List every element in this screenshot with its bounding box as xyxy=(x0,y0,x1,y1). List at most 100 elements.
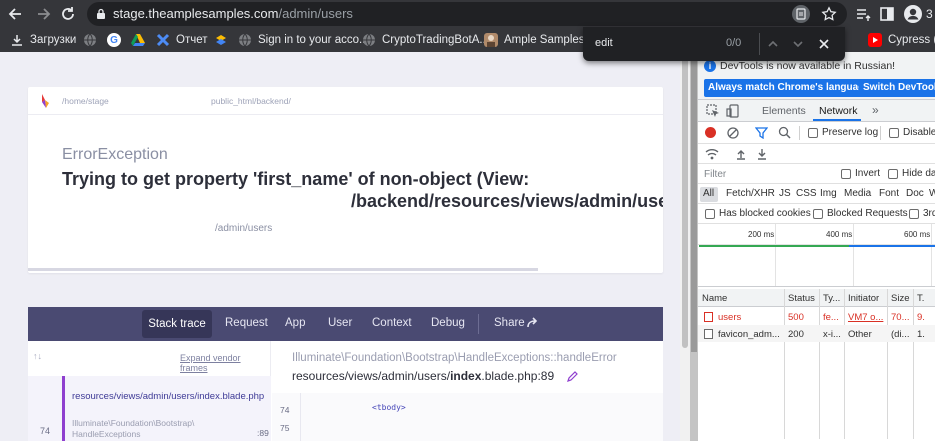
back-icon[interactable] xyxy=(6,4,26,24)
bookmark-star-icon[interactable] xyxy=(821,6,837,22)
network-overview-timeline[interactable]: 200 ms 400 ms 600 ms xyxy=(698,224,935,287)
bookmark-downloads[interactable]: Загрузки xyxy=(10,31,76,49)
col-status[interactable]: Status xyxy=(788,293,815,304)
url-path: /admin/users xyxy=(278,6,353,21)
find-input[interactable]: edit xyxy=(595,37,613,49)
request-name: users xyxy=(718,312,742,323)
tab-elements[interactable]: Elements xyxy=(762,105,806,117)
request-status: 500 xyxy=(788,312,804,323)
import-har-icon[interactable] xyxy=(735,148,747,160)
scrollbar-thumb[interactable] xyxy=(682,58,688,348)
clear-icon[interactable] xyxy=(727,127,739,139)
filter-icon[interactable] xyxy=(755,127,768,139)
bookmark-puzzle[interactable] xyxy=(214,31,234,49)
address-bar[interactable]: stage.theamplesamples.com/admin/users xyxy=(87,2,847,26)
page-content: /home/stage public_html/backend/ ErrorEx… xyxy=(0,52,690,441)
bookmark-cypress[interactable]: Cypress (W xyxy=(868,31,935,49)
col-time[interactable]: T. xyxy=(917,293,924,304)
inspect-element-icon[interactable] xyxy=(706,104,720,118)
col-size[interactable]: Size xyxy=(891,293,909,304)
type-fetch-xhr[interactable]: Fetch/XHR xyxy=(726,188,775,199)
share-button[interactable]: Share xyxy=(494,317,525,329)
profile-avatar-icon[interactable] xyxy=(903,4,923,24)
preserve-log-label: Preserve log xyxy=(822,127,879,138)
tab-user[interactable]: User xyxy=(328,317,352,329)
bookmark-report[interactable]: Отчет xyxy=(156,31,208,49)
network-conditions-icon[interactable] xyxy=(705,148,719,160)
find-previous-icon[interactable] xyxy=(767,38,779,50)
col-initiator[interactable]: Initiator xyxy=(848,293,879,304)
horizontal-scrollbar[interactable] xyxy=(28,268,538,271)
type-font[interactable]: Font xyxy=(879,188,899,199)
request-row-favicon[interactable]: favicon_adm... 200 x-i... Other (di... 1… xyxy=(698,325,935,342)
find-next-icon[interactable] xyxy=(792,38,804,50)
request-initiator-link[interactable]: VM7 o... xyxy=(848,312,883,323)
request-status: 200 xyxy=(788,329,804,340)
type-ws[interactable]: W xyxy=(929,188,935,199)
reading-list-icon[interactable] xyxy=(853,4,873,24)
tab-stack-trace[interactable]: Stack trace xyxy=(142,310,212,338)
tab-network[interactable]: Network xyxy=(819,105,858,117)
type-media[interactable]: Media xyxy=(844,188,871,199)
page-action-icon[interactable] xyxy=(792,5,810,23)
timeline-grid xyxy=(931,224,932,286)
globe-icon xyxy=(362,33,376,47)
forward-icon[interactable] xyxy=(33,4,53,24)
type-js[interactable]: JS xyxy=(779,188,791,199)
tab-app[interactable]: App xyxy=(285,317,305,329)
col-name[interactable]: Name xyxy=(702,293,727,304)
filter-input[interactable]: Filter xyxy=(704,169,726,180)
expand-vendor-frames-link[interactable]: Expand vendor frames xyxy=(180,353,270,373)
frame-file: resources/views/admin/users/index.blade.… xyxy=(72,391,265,402)
share-icon[interactable] xyxy=(526,317,538,329)
stack-frame-row[interactable]: 74 resources/views/admin/users/index.bla… xyxy=(28,376,271,441)
bookmark-crypto[interactable]: CryptoTradingBotA... xyxy=(362,31,489,49)
edit-pencil-icon[interactable] xyxy=(566,371,578,383)
ignition-logo-icon xyxy=(40,93,50,109)
line-number: 75 xyxy=(280,423,290,433)
bookmark-google[interactable]: G xyxy=(107,31,127,49)
devtools-splitter[interactable] xyxy=(690,52,698,441)
request-row-users[interactable]: users 500 fe... VM7 o... 70... 9. xyxy=(698,308,935,325)
reload-icon[interactable] xyxy=(58,4,78,24)
code-class: Illuminate\Foundation\Bootstrap\HandleEx… xyxy=(292,352,617,364)
blocked-requests-checkbox[interactable] xyxy=(813,209,823,219)
third-party-checkbox[interactable] xyxy=(909,209,919,219)
type-css[interactable]: CSS xyxy=(796,188,817,199)
bookmark-label: Загрузки xyxy=(30,34,77,46)
record-icon[interactable] xyxy=(705,127,716,138)
tab-context[interactable]: Context xyxy=(372,317,412,329)
splitter-thumb[interactable] xyxy=(691,52,697,352)
breadcrumb-path: public_html/backend/ xyxy=(211,96,291,106)
sort-arrows-icon[interactable]: ↑↓ xyxy=(33,351,42,361)
export-har-icon[interactable] xyxy=(756,148,768,160)
type-doc[interactable]: Doc xyxy=(906,188,924,199)
disable-cache-checkbox[interactable] xyxy=(889,128,899,138)
tab-request[interactable]: Request xyxy=(225,317,268,329)
invert-checkbox[interactable] xyxy=(841,169,851,179)
bookmark-globe-1[interactable] xyxy=(83,31,103,49)
bookmark-ample-samples[interactable]: Ample Samples xyxy=(484,31,585,49)
code-file-ext: .blade.php:89 xyxy=(481,369,555,383)
bookmark-drive[interactable] xyxy=(131,31,151,49)
tab-debug[interactable]: Debug xyxy=(431,317,465,329)
preserve-log-checkbox[interactable] xyxy=(808,128,818,138)
col-type[interactable]: Ty... xyxy=(823,293,840,304)
more-tabs-button[interactable]: » xyxy=(872,103,879,117)
type-img[interactable]: Img xyxy=(820,188,837,199)
blocked-cookies-checkbox[interactable] xyxy=(705,209,715,219)
request-url: /admin/users xyxy=(215,223,273,234)
page-scrollbar[interactable] xyxy=(680,52,690,441)
bookmark-sign-in[interactable]: Sign in to your acco... xyxy=(238,31,369,49)
match-language-button[interactable]: Always match Chrome's language xyxy=(704,79,874,97)
side-panel-icon[interactable] xyxy=(877,4,897,24)
search-icon[interactable] xyxy=(778,126,791,139)
hide-data-urls-checkbox[interactable] xyxy=(888,169,898,179)
type-all[interactable]: All xyxy=(703,188,714,199)
switch-devtools-button[interactable]: Switch DevTools xyxy=(859,79,935,97)
lock-icon[interactable] xyxy=(96,8,106,20)
find-close-icon[interactable] xyxy=(818,38,830,50)
exception-class: ErrorException xyxy=(62,146,168,163)
device-toolbar-icon[interactable] xyxy=(726,104,740,118)
exception-message-line2: /backend/resources/views/admin/users/i xyxy=(351,191,663,211)
